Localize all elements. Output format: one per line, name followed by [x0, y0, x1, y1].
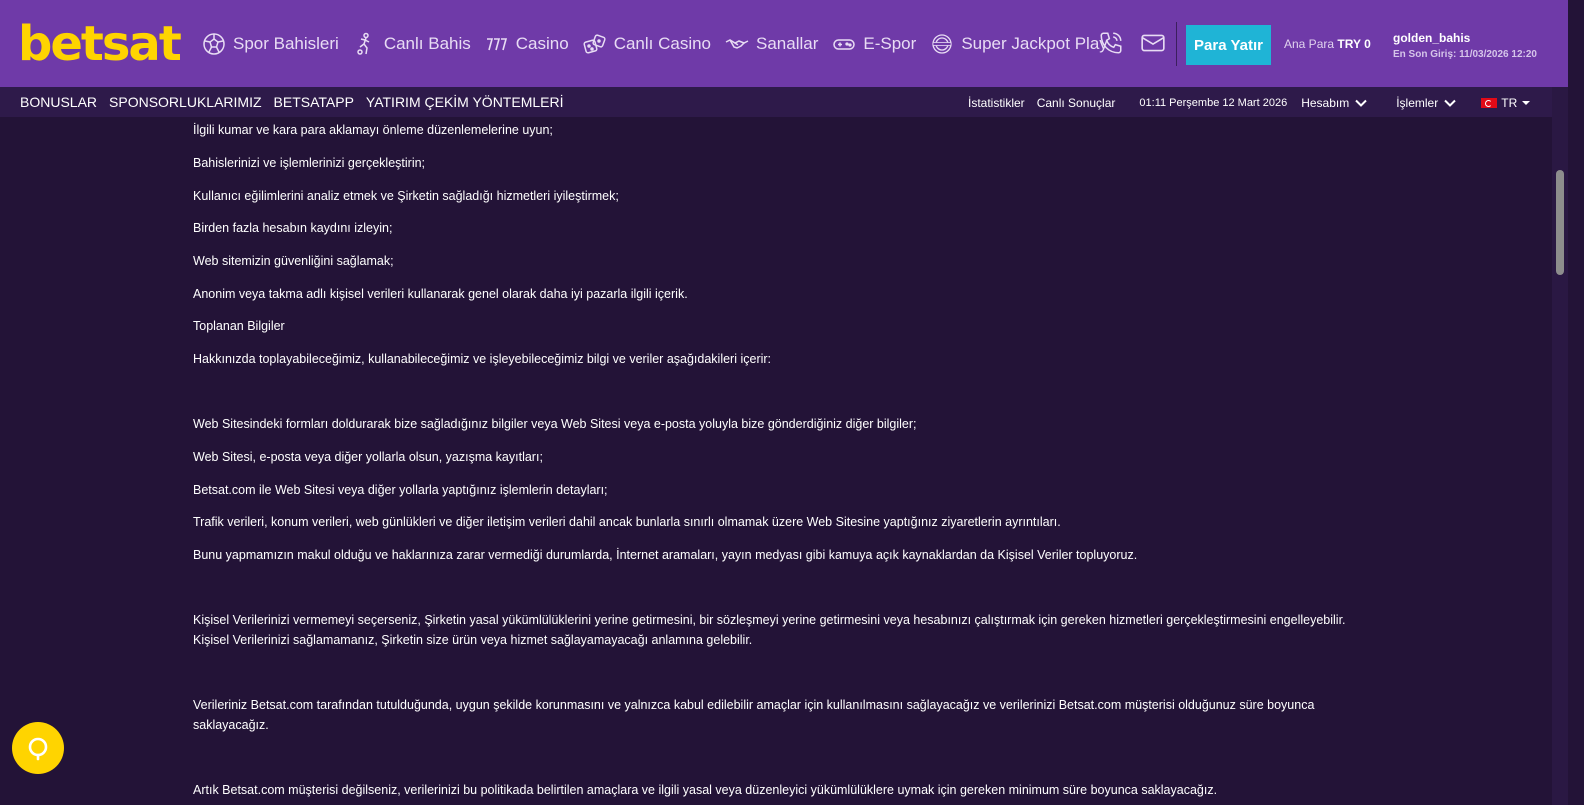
user-info[interactable]: golden_bahis En Son Giriş: 11/03/2026 12… [1393, 31, 1537, 60]
policy-paragraph: Kişisel Verilerinizi vermemeyi seçerseni… [193, 613, 1346, 647]
policy-paragraph: Kullanıcı eğilimlerini analiz etmek ve Ş… [193, 189, 619, 203]
mail-icon [1141, 34, 1165, 52]
caret-down-icon [1522, 101, 1531, 105]
policy-paragraph: Web Sitesi, e-posta veya diğer yollarla … [193, 450, 543, 464]
language-label: TR [1501, 96, 1518, 110]
mail-button[interactable] [1140, 30, 1166, 61]
account-links: İstatistikler Canlı Sonuçlar 01:11 Perşe… [968, 96, 1543, 110]
deposit-button[interactable]: Para Yatır [1186, 25, 1271, 65]
nav-item-label: Casino [515, 34, 569, 53]
phone-button[interactable] [1098, 30, 1124, 61]
top-header: betsat Spor Bahisleri Canlı Bahis Casino… [0, 0, 1568, 87]
balance-value: TRY 0 [1337, 37, 1371, 51]
transactions-menu[interactable]: İşlemler [1396, 96, 1457, 110]
header-contact-icons [1098, 30, 1182, 61]
nav-item-sanallar[interactable]: Sanallar [725, 32, 818, 56]
chat-bubble-icon [28, 737, 48, 761]
promo-links: BONUSLAR SPONSORLUKLARIMIZ BETSATAPP YAT… [20, 94, 576, 110]
subnav-betsatapp[interactable]: BETSATAPP [274, 94, 354, 110]
soccer-ball-icon [203, 33, 225, 55]
current-datetime: 01:11 Perşembe 12 Mart 2026 [1139, 97, 1288, 109]
policy-paragraph: Verileriniz Betsat.com tarafından tutuld… [193, 698, 1315, 732]
nav-item-canli-bahis[interactable]: Canlı Bahis [353, 32, 471, 56]
statistics-link[interactable]: İstatistikler [968, 96, 1025, 110]
betsat-logo[interactable]: betsat [18, 16, 182, 72]
policy-paragraph: Trafik verileri, konum verileri, web gün… [193, 515, 1061, 529]
subnav-bonuslar[interactable]: BONUSLAR [20, 94, 97, 110]
subnav-sponsorluklarimiz[interactable]: SPONSORLUKLARIMIZ [109, 94, 261, 110]
dice-icon [583, 34, 606, 54]
scrollbar-thumb[interactable] [1556, 170, 1564, 275]
nav-item-label: Super Jackpot Play [961, 34, 1108, 53]
policy-paragraph: Web Sitesindeki formları doldurarak bize… [193, 417, 917, 431]
gamepad-icon [833, 39, 856, 50]
policy-paragraph: Bahislerinizi ve işlemlerinizi gerçekleş… [193, 156, 426, 170]
secondary-nav: BONUSLAR SPONSORLUKLARIMIZ BETSATAPP YAT… [0, 87, 1568, 117]
section-heading: Toplanan Bilgiler [193, 319, 285, 333]
subnav-yatirim-cekim[interactable]: YATIRIM ÇEKİM YÖNTEMLERİ [366, 94, 564, 110]
policy-paragraph: Web sitemizin güvenliğini sağlamak; [193, 254, 394, 268]
policy-paragraph: Anonim veya takma adlı kişisel verileri … [193, 287, 688, 301]
main-balance[interactable]: Ana Para TRY 0 [1284, 37, 1371, 51]
policy-paragraph: Hakkınızda toplayabileceğimiz, kullanabi… [193, 352, 772, 366]
transactions-label: İşlemler [1396, 96, 1439, 110]
nav-item-canli-casino[interactable]: Canlı Casino [583, 32, 711, 56]
handshake-icon [725, 39, 749, 49]
chevron-down-icon [1444, 99, 1456, 107]
header-divider [1176, 22, 1177, 66]
balance-label: Ana Para [1284, 37, 1335, 51]
nav-item-label: Sanallar [756, 34, 819, 53]
policy-paragraph: Birden fazla hesabın kaydını izleyin; [193, 221, 393, 235]
chevron-down-icon [1355, 99, 1367, 107]
nav-item-e-spor[interactable]: E-Spor [832, 32, 916, 56]
slot-777-icon [486, 38, 507, 51]
live-chat-button[interactable] [12, 722, 64, 774]
policy-paragraph: Betsat.com ile Web Sitesi veya diğer yol… [193, 483, 608, 497]
nav-item-label: E-Spor [863, 34, 917, 53]
nav-item-casino[interactable]: Casino [485, 32, 569, 56]
nav-item-label: Canlı Casino [613, 34, 712, 53]
account-menu[interactable]: Hesabım [1301, 96, 1368, 110]
policy-paragraph: İlgili kumar ve kara para aklamayı önlem… [193, 123, 553, 137]
player-icon [357, 32, 370, 55]
phone-icon [1100, 32, 1122, 54]
account-label: Hesabım [1301, 96, 1350, 110]
policy-paragraph: Bunu yapmamızın makul olduğu ve hakların… [193, 548, 1138, 562]
policy-paragraph: Artık Betsat.com müşterisi değilseniz, v… [193, 783, 1218, 797]
language-selector[interactable]: TR [1481, 96, 1531, 110]
nav-item-label: Spor Bahisleri [233, 34, 339, 53]
nav-item-spor-bahisleri[interactable]: Spor Bahisleri [202, 32, 339, 56]
nav-item-label: Canlı Bahis [383, 34, 471, 53]
username: golden_bahis [1393, 31, 1471, 45]
live-results-link[interactable]: Canlı Sonuçlar [1037, 96, 1116, 110]
turkey-flag-icon [1481, 98, 1498, 108]
nav-item-super-jackpot-play[interactable]: Super Jackpot Play [930, 32, 1108, 56]
jackpot-badge-icon [932, 34, 952, 54]
last-login: En Son Giriş: 11/03/2026 12:20 [1393, 49, 1537, 60]
main-nav: Spor Bahisleri Canlı Bahis Casino Canlı … [202, 28, 1122, 60]
